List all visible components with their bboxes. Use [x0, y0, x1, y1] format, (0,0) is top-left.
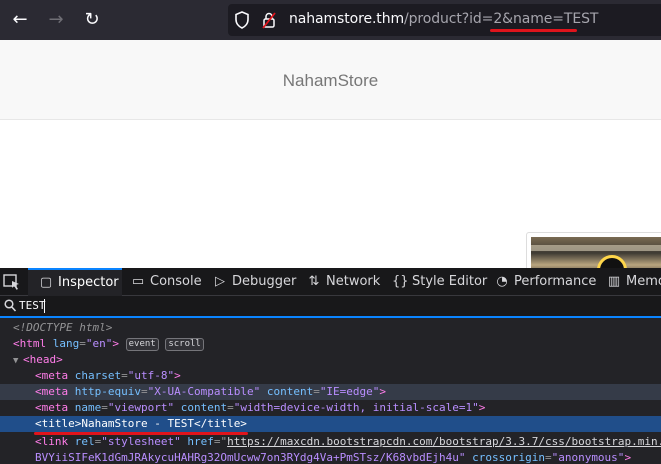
memory-icon: ▥: [607, 274, 621, 289]
url-path: /product?id=2: [404, 11, 503, 27]
site-navbar: NahamStore: [0, 40, 661, 120]
site-brand[interactable]: NahamStore: [0, 71, 661, 91]
scroll-badge[interactable]: scroll: [165, 338, 204, 351]
product-thumbnail[interactable]: [526, 232, 661, 277]
markup-line-meta-charset[interactable]: <meta charset="utf-8">: [0, 368, 661, 384]
markup-line-link[interactable]: <link rel="stylesheet" href="https://max…: [0, 434, 661, 450]
tab-debugger[interactable]: ▷ Debugger: [212, 268, 296, 296]
markup-line-meta-viewport[interactable]: <meta name="viewport" content="width=dev…: [0, 400, 661, 416]
title-text: NahamStore - TEST: [81, 417, 194, 430]
tab-memory[interactable]: ▥Memo: [606, 268, 661, 296]
url-query: &name=TEST: [502, 11, 599, 27]
tab-inspector[interactable]: ▢ Inspector: [28, 268, 122, 296]
devtools-panel: ▢ Inspector ▭ Console ▷ Debugger ⇅ Network {…: [0, 268, 661, 464]
markup-line-doctype[interactable]: <!DOCTYPE html>: [0, 320, 661, 336]
element-picker-icon[interactable]: [3, 274, 21, 290]
tab-network[interactable]: ⇅ Network: [306, 268, 381, 296]
markup-view: <!DOCTYPE html> <html lang="en"> event s…: [0, 320, 661, 464]
tab-style-editor[interactable]: {} Style Editor: [392, 268, 487, 296]
inspector-icon: ▢: [39, 275, 53, 290]
markup-line-head[interactable]: ▼ <head>: [0, 352, 661, 368]
markup-line-title-selected[interactable]: <title>NahamStore - TEST</title>: [0, 416, 661, 432]
stylesheet-link[interactable]: https://maxcdn.bootstrapcdn.com/bootstra…: [227, 435, 661, 448]
performance-icon: ◔: [496, 274, 508, 289]
insecure-lock-icon[interactable]: [262, 11, 276, 29]
annotation-underline-url: [490, 29, 577, 32]
back-button[interactable]: ←: [8, 8, 32, 32]
markup-line-html[interactable]: <html lang="en"> event scroll: [0, 336, 661, 352]
url-host: nahamstore.thm: [289, 11, 405, 27]
expand-twisty-icon[interactable]: ▼: [13, 353, 23, 369]
html-search-box[interactable]: TEST: [0, 296, 661, 318]
event-badge[interactable]: event: [125, 338, 159, 351]
markup-line-meta-compat[interactable]: <meta http-equiv="X-UA-Compatible" conte…: [0, 384, 661, 400]
search-input[interactable]: TEST: [19, 299, 46, 312]
tracking-protection-shield-icon[interactable]: [234, 11, 250, 29]
page-viewport: NahamStore: [0, 40, 661, 277]
style-editor-icon: {}: [392, 274, 409, 289]
search-icon: [4, 299, 17, 312]
forward-button[interactable]: →: [44, 8, 68, 32]
console-icon: ▭: [131, 274, 145, 289]
tab-console[interactable]: ▭ Console: [130, 268, 202, 296]
browser-toolbar: ← → ↻ nahamstore.thm/product?id=2&name=T…: [0, 0, 661, 40]
tab-performance[interactable]: ◔ Performance: [494, 268, 596, 296]
text-caret: [44, 299, 45, 313]
network-icon: ⇅: [308, 274, 320, 289]
devtools-tabbar: ▢ Inspector ▭ Console ▷ Debugger ⇅ Network {…: [0, 268, 661, 296]
reload-button[interactable]: ↻: [80, 8, 104, 32]
debugger-icon: ▷: [215, 274, 225, 289]
url-text[interactable]: nahamstore.thm/product?id=2&name=TEST: [289, 11, 598, 27]
url-bar[interactable]: nahamstore.thm/product?id=2&name=TEST: [228, 4, 661, 36]
markup-line-link-cont[interactable]: BVYiiSIFeK1dGmJRAkycuHAHRg32OmUcww7on3RY…: [0, 450, 661, 464]
